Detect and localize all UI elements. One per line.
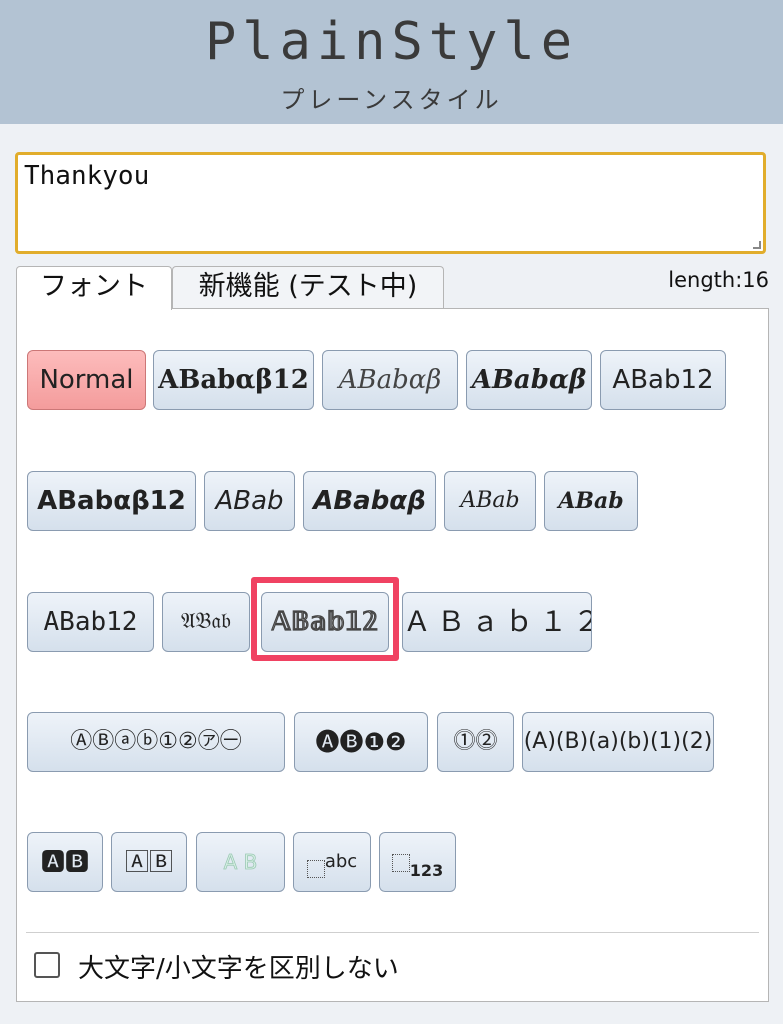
app-root: PlainStyle プレーンスタイル フォント 新機能 (テスト中) leng… [0,0,783,1024]
font-button-sans-bold-italic[interactable]: ABabαβ [303,471,436,531]
logo-subtitle: プレーンスタイル [280,86,503,114]
ignore-case-label[interactable]: 大文字/小文字を区別しない [78,952,399,986]
font-button-serif-bold-italic[interactable]: ABabαβ [466,350,592,410]
font-button-script[interactable]: ABab [444,471,536,531]
length-counter: length:16 [668,268,769,292]
font-button-superscript[interactable]: abc [293,832,371,892]
font-button-subscript[interactable]: 123 [379,832,456,892]
header: PlainStyle プレーンスタイル [0,0,783,124]
divider [26,932,759,933]
font-button-squared[interactable]: 🄰🄱 [111,832,187,892]
subscript-sample: 123 [409,861,444,881]
tab-font[interactable]: フォント [16,266,172,310]
resize-grip-icon[interactable] [753,241,761,249]
font-button-fullwidth[interactable]: ＡＢａｂ１２ [402,592,592,652]
font-button-negative-squared[interactable]: 🅰🅱 [27,832,103,892]
font-button-parenthesized[interactable]: (A)(B)(a)(b)(1)(2) [522,712,714,772]
font-button-monospace[interactable]: ABab12 [27,592,154,652]
logo-title: PlainStyle [204,12,579,72]
ignore-case-checkbox[interactable] [34,952,60,978]
font-button-script-bold[interactable]: ABab [544,471,638,531]
font-button-double-struck[interactable]: 𝔸𝔹𝕒𝕓𝟙𝟚 [261,592,389,652]
font-button-circled[interactable]: ⒶⒷⓐⓑ①②㋐㊀ [27,712,285,772]
font-button-negative-circled[interactable]: 🅐🅑❶❷ [294,712,428,772]
font-button-double-circled[interactable]: ⓵⓶ [437,712,514,772]
superscript-sample: abc [324,851,358,872]
font-button-normal[interactable]: Normal [27,350,146,410]
text-input[interactable] [18,155,763,251]
font-button-sans-bold[interactable]: ABabαβ12 [27,471,196,531]
font-button-sans-italic[interactable]: ABab [204,471,295,531]
font-button-serif-bold[interactable]: ABabαβ12 [153,350,314,410]
text-input-wrapper [15,152,766,254]
font-button-faint[interactable]: A B [196,832,285,892]
placeholder-box-icon [306,860,325,879]
font-panel [16,308,769,1002]
tab-new-feature[interactable]: 新機能 (テスト中) [172,266,444,308]
font-button-serif-italic[interactable]: ABabαβ [322,350,458,410]
font-button-sans[interactable]: ABab12 [600,350,726,410]
font-button-fraktur[interactable]: 𝔄𝔅𝔞𝔟 [162,592,250,652]
placeholder-box-icon [391,853,410,872]
